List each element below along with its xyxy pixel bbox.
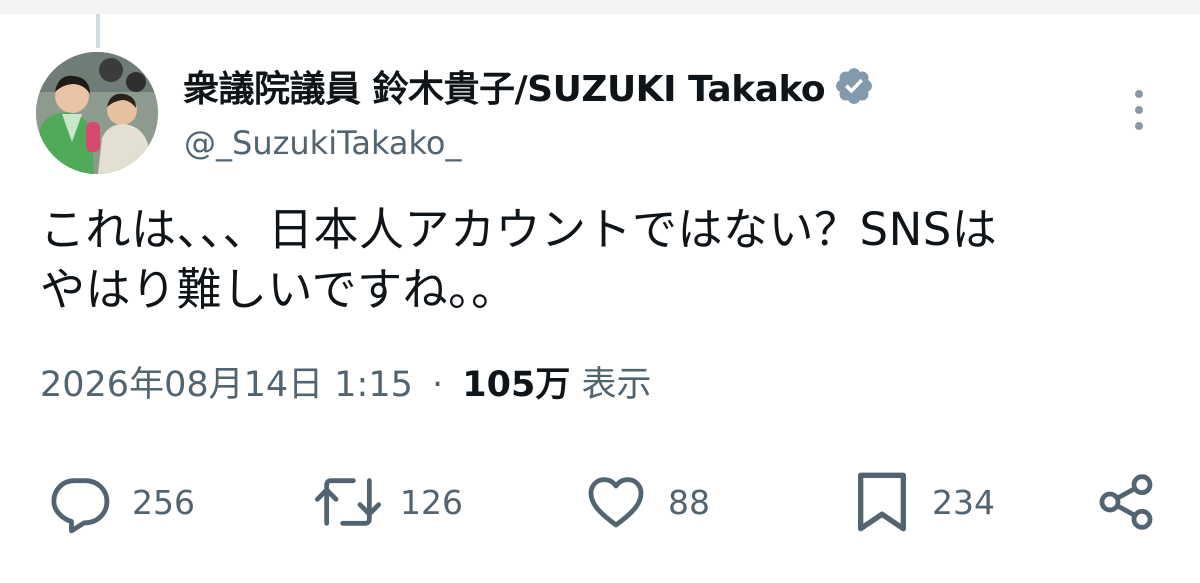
thread-connector-line [96, 14, 100, 48]
bookmark-button[interactable]: 234 [852, 470, 995, 534]
more-vertical-icon[interactable] [1124, 90, 1154, 136]
avatar[interactable] [36, 52, 158, 174]
heart-icon [588, 477, 644, 528]
like-count: 88 [668, 482, 710, 522]
tweet-detail-view: 衆議院議員 鈴木貴子/SUZUKI Takako @_SuzukiTakako_… [0, 0, 1200, 583]
tweet-text-line: これは、、、日本人アカウントではない？SNSは [40, 203, 998, 256]
top-strip [0, 0, 1200, 14]
avatar-photo [36, 52, 158, 174]
views-label: 表示 [581, 365, 652, 405]
retweet-button[interactable]: 126 [310, 470, 463, 534]
verified-badge-icon[interactable] [833, 65, 875, 107]
retweet-count: 126 [400, 482, 463, 522]
reply-icon [51, 478, 110, 534]
reply-button[interactable]: 256 [48, 470, 195, 534]
like-button[interactable]: 88 [584, 470, 710, 534]
tweet-text-line: やはり難しいですね。。 [40, 263, 517, 316]
tweet-meta: 2026年08月14日 1:15 · 105万 表示 [40, 360, 652, 410]
views-count: 105万 [462, 365, 571, 405]
display-name[interactable]: 衆議院議員 鈴木貴子/SUZUKI Takako [183, 60, 826, 112]
bookmark-count: 234 [932, 482, 995, 522]
share-icon [1099, 474, 1153, 530]
share-button[interactable] [1094, 470, 1158, 534]
tweet-text: これは、、、日本人アカウントではない？SNSは やはり難しいですね。。 [40, 200, 1170, 320]
reply-count: 256 [132, 482, 195, 522]
timestamp[interactable]: 2026年08月14日 1:15 [40, 365, 413, 405]
meta-separator: · [432, 365, 444, 405]
retweet-icon [314, 478, 382, 526]
user-handle[interactable]: @_SuzukiTakako_ [184, 124, 462, 162]
bookmark-icon [858, 472, 906, 532]
display-name-row: 衆議院議員 鈴木貴子/SUZUKI Takako [183, 56, 875, 116]
